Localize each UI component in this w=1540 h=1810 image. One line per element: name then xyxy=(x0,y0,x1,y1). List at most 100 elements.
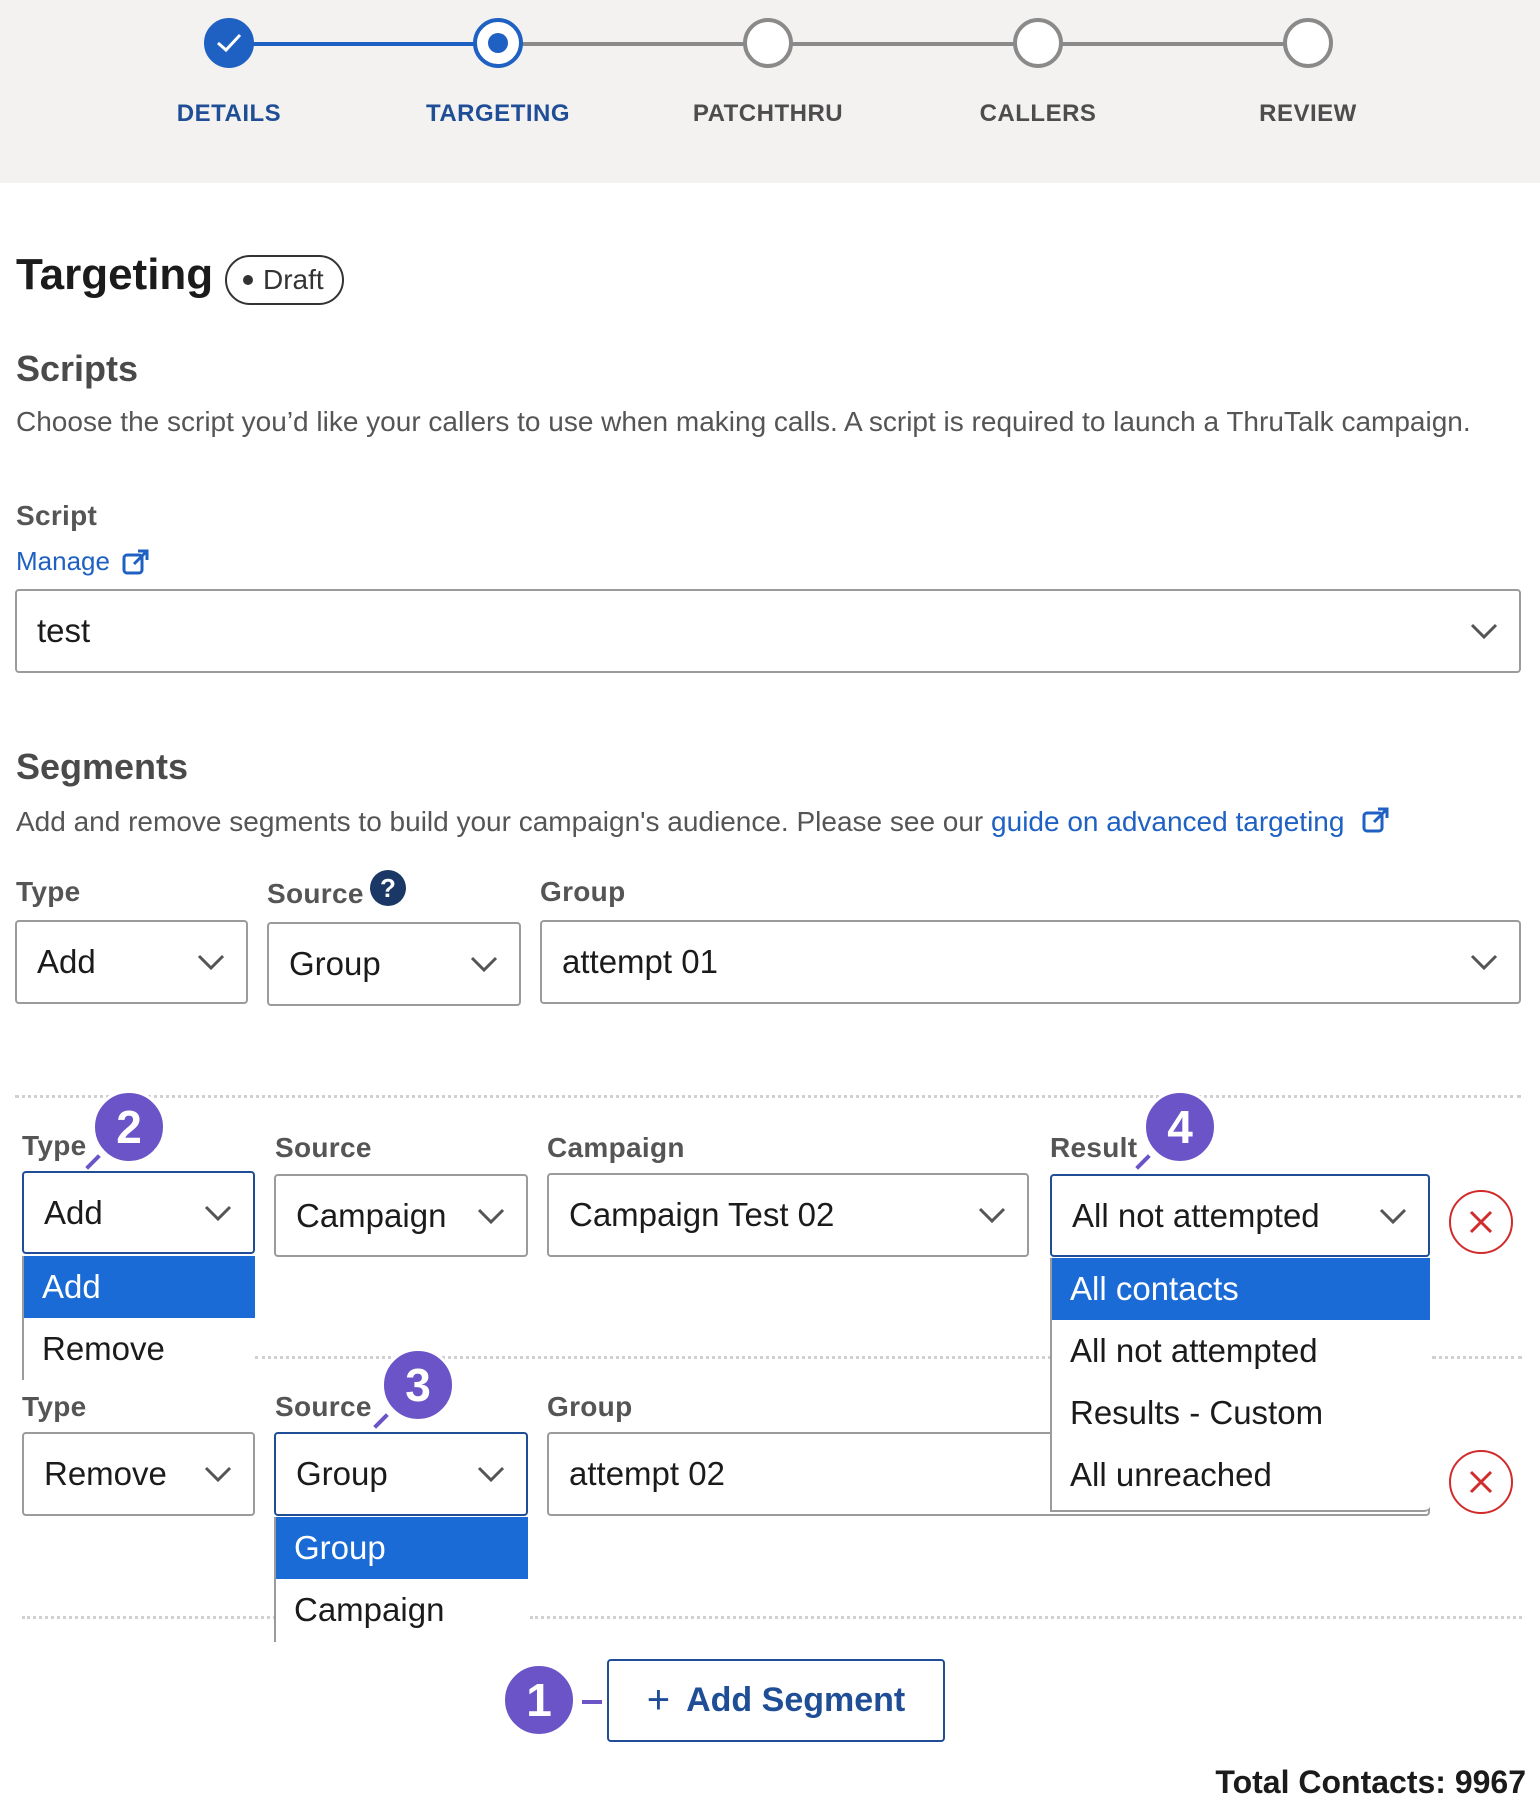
segment-3-type-value: Remove xyxy=(44,1455,167,1492)
step-connector xyxy=(766,42,1036,46)
callout-badge-2: 2 xyxy=(92,1090,166,1164)
step-label-details[interactable]: DETAILS xyxy=(109,100,349,128)
result-option-all-contacts[interactable]: All contacts xyxy=(1052,1258,1430,1320)
segment-3-source-select[interactable]: Group xyxy=(274,1432,528,1516)
chevron-down-icon xyxy=(1470,954,1498,971)
segment-2-result-value: All not attempted xyxy=(1072,1196,1320,1234)
segment-1-type-value: Add xyxy=(37,943,96,980)
segment-divider xyxy=(22,1616,276,1619)
chevron-up-down-chevron-icon xyxy=(204,1205,232,1221)
script-select-value: test xyxy=(37,612,91,649)
chevron-down-icon xyxy=(1470,623,1498,640)
chevron-down-icon xyxy=(204,1466,232,1483)
page-title: Targeting xyxy=(16,250,214,299)
step-label-patchthru[interactable]: PATCHTHRU xyxy=(648,100,888,128)
svg-text:?: ? xyxy=(380,873,396,903)
total-contacts: Total Contacts: 9967 xyxy=(1215,1764,1526,1800)
step-callers-icon[interactable] xyxy=(1013,18,1063,68)
segment-divider xyxy=(530,1616,1522,1619)
remove-segment-3-button[interactable] xyxy=(1449,1450,1513,1514)
step-connector xyxy=(250,42,496,46)
callout-badge-4: 4 xyxy=(1143,1090,1217,1164)
segment-3-type-select[interactable]: Remove xyxy=(22,1432,255,1516)
step-connector xyxy=(496,42,766,46)
segment-divider xyxy=(15,1095,1521,1098)
segment-2-result-label: Result xyxy=(1050,1132,1138,1163)
step-patchthru-icon[interactable] xyxy=(743,18,793,68)
manage-link-label: Manage xyxy=(16,546,110,576)
segment-2-source-label: Source xyxy=(275,1132,372,1163)
chevron-down-icon xyxy=(978,1207,1006,1224)
progress-stepper: DETAILS TARGETING PATCHTHRU CALLERS REVI… xyxy=(0,0,1540,183)
help-icon[interactable]: ? xyxy=(369,869,407,907)
step-details-complete-icon[interactable] xyxy=(204,18,254,68)
status-badge: Draft xyxy=(225,255,344,305)
add-segment-label: Add Segment xyxy=(686,1681,906,1719)
segment-2-campaign-select[interactable]: Campaign Test 02 xyxy=(547,1173,1029,1257)
step-label-callers[interactable]: CALLERS xyxy=(918,100,1158,128)
segment-divider xyxy=(255,1356,1051,1359)
close-icon xyxy=(1469,1210,1493,1234)
status-dot-icon xyxy=(243,275,253,285)
segment-3-group-label: Group xyxy=(547,1391,633,1422)
script-select[interactable]: test xyxy=(15,589,1521,673)
step-label-targeting[interactable]: TARGETING xyxy=(378,100,618,128)
chevron-down-icon xyxy=(477,1208,505,1224)
segments-description: Add and remove segments to build your ca… xyxy=(16,799,1390,845)
scripts-heading: Scripts xyxy=(16,348,139,389)
segments-heading: Segments xyxy=(16,746,189,787)
type-option-add[interactable]: Add xyxy=(24,1256,255,1318)
segment-2-source-select[interactable]: Campaign xyxy=(274,1174,528,1257)
external-link-icon xyxy=(122,549,149,574)
source-option-campaign[interactable]: Campaign xyxy=(276,1579,528,1641)
segment-1-source-value: Group xyxy=(289,945,381,982)
status-badge-label: Draft xyxy=(263,264,324,295)
result-option-all-unreached[interactable]: All unreached xyxy=(1052,1444,1430,1506)
callout-pointer xyxy=(85,1154,101,1170)
callout-pointer xyxy=(373,1413,389,1429)
segment-3-source-value: Group xyxy=(296,1455,388,1492)
source-option-group[interactable]: Group xyxy=(276,1517,528,1579)
advanced-targeting-guide-link[interactable]: guide on advanced targeting xyxy=(991,806,1344,837)
segment-3-group-value: attempt 02 xyxy=(569,1455,725,1492)
scripts-description: Choose the script you’d like your caller… xyxy=(16,406,1471,437)
segments-description-text: Add and remove segments to build your ca… xyxy=(16,806,992,837)
segment-divider xyxy=(1432,1356,1522,1359)
segment-2-source-value: Campaign xyxy=(296,1196,447,1234)
segment-1-group-select[interactable]: attempt 01 xyxy=(540,920,1521,1004)
chevron-down-icon xyxy=(197,954,225,971)
callout-badge-3: 3 xyxy=(381,1348,455,1422)
segment-1-type-label: Type xyxy=(16,876,81,907)
remove-segment-2-button[interactable] xyxy=(1449,1190,1513,1254)
step-review-icon[interactable] xyxy=(1283,18,1333,68)
chevron-down-icon xyxy=(470,956,498,973)
segment-2-type-select[interactable]: Add xyxy=(22,1171,255,1254)
result-option-results-custom[interactable]: Results - Custom xyxy=(1052,1382,1430,1444)
close-icon xyxy=(1469,1470,1493,1494)
segment-1-source-select[interactable]: Group xyxy=(267,922,521,1006)
segment-3-source-label: Source xyxy=(275,1391,372,1422)
result-dropdown-menu: All contacts All not attempted Results -… xyxy=(1050,1258,1430,1512)
segment-2-result-select[interactable]: All not attempted xyxy=(1050,1174,1430,1257)
callout-pointer xyxy=(1135,1154,1151,1170)
segment-2-type-value: Add xyxy=(44,1193,103,1231)
type-dropdown-menu: Add Remove xyxy=(22,1256,255,1380)
segment-1-group-value: attempt 01 xyxy=(562,943,718,980)
step-connector xyxy=(1036,42,1306,46)
source-dropdown-menu: Group Campaign xyxy=(274,1517,528,1642)
step-label-review[interactable]: REVIEW xyxy=(1188,100,1428,128)
type-option-remove[interactable]: Remove xyxy=(24,1318,255,1380)
manage-scripts-link[interactable]: Manage xyxy=(16,546,150,577)
segment-2-type-label: Type xyxy=(22,1130,87,1161)
segment-1-group-label: Group xyxy=(540,876,626,907)
segment-1-type-select[interactable]: Add xyxy=(15,920,248,1004)
chevron-down-icon xyxy=(1379,1208,1407,1224)
chevron-down-icon xyxy=(477,1466,505,1483)
plus-icon: + xyxy=(646,1678,671,1722)
step-targeting-current-icon[interactable] xyxy=(473,18,523,68)
add-segment-button[interactable]: + Add Segment xyxy=(607,1659,945,1742)
callout-pointer xyxy=(582,1700,602,1704)
segment-2-campaign-value: Campaign Test 02 xyxy=(569,1196,835,1233)
result-option-all-not-attempted[interactable]: All not attempted xyxy=(1052,1320,1430,1382)
external-link-icon[interactable] xyxy=(1362,806,1390,834)
